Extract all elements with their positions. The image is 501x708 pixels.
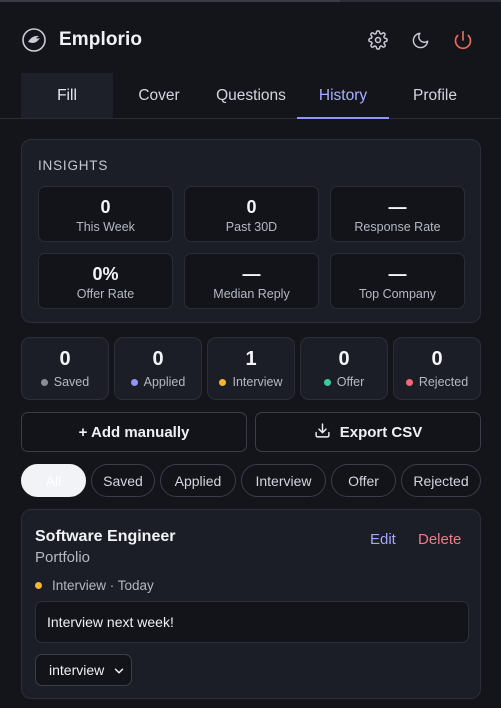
stat-label: Response Rate [354,220,441,234]
count-rejected[interactable]: 0 Rejected [393,337,481,400]
stat-offer-rate: 0% Offer Rate [38,253,173,309]
stat-median-reply: — Median Reply [184,253,319,309]
count-value: 0 [152,348,164,370]
stat-value: — [388,264,407,284]
stat-past-30d: 0 Past 30D [184,186,319,242]
tab-profile[interactable]: Profile [389,73,481,118]
filter-saved[interactable]: Saved [91,464,155,497]
status-dot [405,378,413,386]
count-label: Saved [53,375,90,389]
count-label: Rejected [418,375,469,389]
stat-value: 0 [100,197,111,217]
chevron-down-icon [114,668,124,674]
stat-label: Past 30D [225,220,278,234]
count-value: 0 [338,348,350,370]
stat-this-week: 0 This Week [38,186,173,242]
count-offer[interactable]: 0 Offer [300,337,388,400]
power-icon[interactable] [451,28,475,52]
count-value: 1 [245,348,257,370]
filter-all[interactable]: All [21,464,86,497]
insights-title: INSIGHTS [38,158,109,173]
filter-applied[interactable]: Applied [160,464,236,497]
stat-value: 0 [246,197,257,217]
tab-questions[interactable]: Questions [205,73,297,118]
entry-title: Software Engineer [35,528,176,545]
stat-value: 0% [92,264,119,284]
entry-status: Interview · Today [35,578,154,593]
status-dot [35,582,42,589]
download-icon [314,422,331,443]
export-csv-label: Export CSV [339,423,423,441]
status-dot [219,378,227,386]
tab-bar: Fill Cover Questions History Profile [0,73,501,119]
application-entry-card: Software Engineer Portfolio Edit Delete … [21,509,481,699]
gear-icon[interactable] [366,28,390,52]
stat-label: Offer Rate [76,287,135,301]
entry-company: Portfolio [35,549,91,566]
tab-cover[interactable]: Cover [113,73,205,118]
bird-logo-icon [21,27,47,53]
entry-note-field[interactable]: Interview next week! [35,601,469,643]
count-value: 0 [59,348,71,370]
status-dot [130,378,138,386]
count-label: Offer [336,375,365,389]
count-value: 0 [431,348,443,370]
count-saved[interactable]: 0 Saved [21,337,109,400]
filter-offer[interactable]: Offer [331,464,396,497]
add-manually-button[interactable]: + Add manually [21,412,247,452]
count-label: Interview [232,375,283,389]
filter-interview[interactable]: Interview [241,464,326,497]
moon-icon[interactable] [408,28,432,52]
edit-button[interactable]: Edit [370,531,396,548]
count-label: Applied [143,375,186,389]
stat-top-company: — Top Company [330,253,465,309]
stat-response-rate: — Response Rate [330,186,465,242]
status-dot [40,378,48,386]
delete-button[interactable]: Delete [418,531,461,548]
stat-label: Top Company [358,287,437,301]
status-select-value: interview [49,662,105,678]
tab-history[interactable]: History [297,73,389,119]
stat-label: Median Reply [213,287,290,301]
stat-value: — [242,264,261,284]
status-select[interactable]: interview [35,654,132,686]
add-manually-label: + Add manually [78,423,190,441]
entry-status-text: Interview · Today [52,578,154,593]
status-dot [323,378,331,386]
tab-fill[interactable]: Fill [21,73,113,118]
count-interview[interactable]: 1 Interview [207,337,295,400]
insights-card: INSIGHTS 0 This Week 0 Past 30D — Respon… [21,139,481,323]
filter-rejected[interactable]: Rejected [401,464,481,497]
count-applied[interactable]: 0 Applied [114,337,202,400]
export-csv-button[interactable]: Export CSV [255,412,481,452]
app-title: Emplorio [59,29,143,50]
stat-value: — [388,197,407,217]
entry-note-text: Interview next week! [47,614,174,630]
stat-label: This Week [76,220,135,234]
app-header: Emplorio [0,0,501,74]
